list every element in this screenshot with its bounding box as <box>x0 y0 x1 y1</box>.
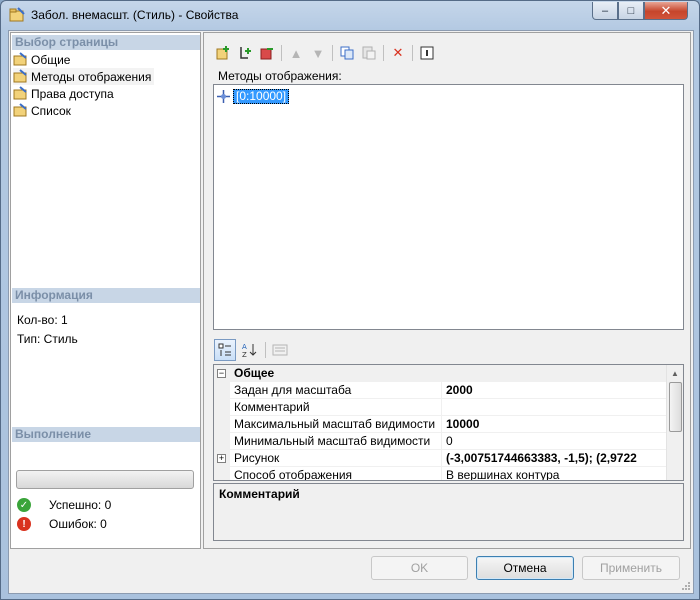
page-icon <box>13 52 27 66</box>
nav-item-access-rights[interactable]: Права доступа <box>13 85 114 102</box>
category-row[interactable]: − Общее <box>214 365 667 382</box>
dialog-client: Выбор страницы Общие Методы отображения … <box>8 30 694 594</box>
copy-icon[interactable] <box>336 43 358 63</box>
window-title: Забол. внемасшт. (Стиль) - Свойства <box>31 8 239 22</box>
apply-button[interactable]: Применить <box>582 556 680 580</box>
info-type: Тип: Стиль <box>17 332 78 346</box>
property-pages-icon[interactable] <box>269 339 291 361</box>
table-row[interactable]: + Рисунок (-3,00751744663383, -1,5); (2,… <box>214 450 667 467</box>
page-icon <box>13 86 27 100</box>
info-header: Информация <box>12 288 200 303</box>
description-panel: Комментарий <box>213 483 684 541</box>
exec-header: Выполнение <box>12 427 200 442</box>
scroll-thumb[interactable] <box>669 382 682 432</box>
page-icon <box>13 69 27 83</box>
add-child-icon[interactable] <box>234 43 256 63</box>
property-value[interactable]: В вершинах контура <box>442 467 667 480</box>
scroll-up-icon[interactable]: ▲ <box>667 365 683 382</box>
pages-header: Выбор страницы <box>12 35 200 50</box>
resize-grip-icon[interactable] <box>681 581 691 591</box>
cancel-button[interactable]: Отмена <box>476 556 574 580</box>
grid-scrollbar[interactable]: ▲ <box>666 365 683 480</box>
info-count: Кол-во: 1 <box>17 313 68 327</box>
toolbar-separator <box>332 45 333 61</box>
property-value[interactable]: (-3,00751744663383, -1,5); (2,9722 <box>442 450 667 467</box>
toolbar-separator <box>281 45 282 61</box>
property-value[interactable]: 0 <box>442 433 667 450</box>
nav-item-display-methods[interactable]: Методы отображения <box>13 68 155 85</box>
progress-bar <box>16 470 194 489</box>
methods-list-label: Методы отображения: <box>218 69 342 83</box>
property-grid-toolbar: AZ <box>214 339 293 361</box>
property-name: Задан для масштаба <box>230 382 442 399</box>
table-row[interactable]: Максимальный масштаб видимости 10000 <box>214 416 667 433</box>
display-method-icon <box>217 90 230 103</box>
svg-text:Z: Z <box>242 351 247 358</box>
error-status: ! Ошибок: 0 <box>17 517 107 531</box>
collapse-icon[interactable]: − <box>217 369 226 378</box>
success-status: ✓ Успешно: 0 <box>17 498 111 512</box>
expand-icon[interactable]: + <box>217 454 226 463</box>
properties-window: Забол. внемасшт. (Стиль) - Свойства – □ … <box>0 0 700 600</box>
property-name: Минимальный масштаб видимости <box>230 433 442 450</box>
table-row[interactable]: Задан для масштаба 2000 <box>214 382 667 399</box>
nav-item-label: Общие <box>31 52 71 67</box>
table-row[interactable]: Комментарий <box>214 399 667 416</box>
style-folder-icon <box>9 7 25 22</box>
nav-item-general[interactable]: Общие <box>13 51 70 68</box>
move-down-icon[interactable]: ▼ <box>307 43 329 63</box>
right-panel: ▲ ▼ ✕ Методы отображения: [0:10000] A Z … <box>203 32 691 549</box>
methods-listbox[interactable]: [0:10000] <box>213 84 684 330</box>
left-panel: Выбор страницы Общие Методы отображения … <box>10 32 201 549</box>
ok-button[interactable]: OK <box>371 556 468 580</box>
description-title: Комментарий <box>219 487 300 501</box>
property-value[interactable]: 10000 <box>442 416 667 433</box>
toolbar-separator <box>412 45 413 61</box>
check-icon: ✓ <box>17 498 31 512</box>
page-icon <box>13 103 27 117</box>
property-name: Комментарий <box>230 399 442 416</box>
property-grid[interactable]: − Общее Задан для масштаба 2000 Коммента… <box>213 364 684 481</box>
list-item[interactable]: [0:10000] <box>217 89 290 104</box>
list-item-label: [0:10000] <box>233 89 290 104</box>
property-name: Максимальный масштаб видимости <box>230 416 442 433</box>
nav-item-label: Методы отображения <box>31 69 152 84</box>
svg-text:A: A <box>242 343 247 351</box>
remove-icon[interactable] <box>256 43 278 63</box>
delete-icon[interactable]: ✕ <box>387 43 409 63</box>
maximize-button[interactable]: □ <box>618 2 644 20</box>
nav-item-label: Права доступа <box>31 86 114 101</box>
property-name: Рисунок <box>230 450 442 467</box>
title-bar[interactable]: Забол. внемасшт. (Стиль) - Свойства – □ … <box>1 1 699 29</box>
toolbar-separator <box>265 342 266 358</box>
methods-toolbar: ▲ ▼ ✕ <box>212 41 438 65</box>
add-icon[interactable] <box>212 43 234 63</box>
table-row[interactable]: Минимальный масштаб видимости 0 <box>214 433 667 450</box>
move-up-icon[interactable]: ▲ <box>285 43 307 63</box>
table-row[interactable]: Способ отображения В вершинах контура <box>214 467 667 480</box>
error-icon: ! <box>17 517 31 531</box>
category-label: Общее <box>230 365 667 382</box>
property-value[interactable]: 2000 <box>442 382 667 399</box>
success-label: Успешно: 0 <box>49 498 112 512</box>
error-label: Ошибок: 0 <box>49 517 107 531</box>
nav-item-list[interactable]: Список <box>13 102 71 119</box>
property-value[interactable] <box>442 399 667 416</box>
properties-icon[interactable] <box>416 43 438 63</box>
nav-item-label: Список <box>31 103 71 118</box>
sort-alphabetical-icon[interactable]: AZ <box>238 339 260 361</box>
categorized-view-icon[interactable] <box>214 339 236 361</box>
minimize-button[interactable]: – <box>592 2 618 20</box>
paste-icon[interactable] <box>358 43 380 63</box>
property-name: Способ отображения <box>230 467 442 480</box>
close-button[interactable]: ✕ <box>644 2 688 20</box>
toolbar-separator <box>383 45 384 61</box>
